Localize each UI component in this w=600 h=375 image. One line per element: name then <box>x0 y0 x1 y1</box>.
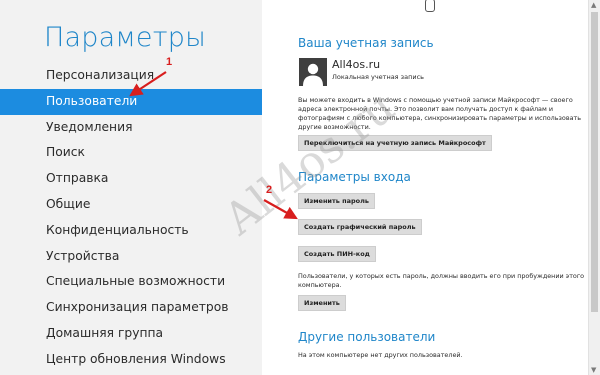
account-type: Локальная учетная запись <box>332 73 424 81</box>
nav-item[interactable]: Конфиденциальность <box>0 218 262 244</box>
nav-item[interactable]: Центр обновления Windows <box>0 347 262 373</box>
account-section-title: Ваша учетная запись <box>298 36 434 50</box>
annotation-marker-2: 2 <box>266 184 273 196</box>
account-name: All4os.ru <box>332 58 381 71</box>
scroll-thumb[interactable] <box>591 12 598 312</box>
vertical-scrollbar[interactable]: ▲ ▼ <box>588 0 600 375</box>
annotation-marker-1: 1 <box>166 56 173 68</box>
page-title: Параметры <box>44 22 206 53</box>
navigation-pane: Параметры Персонализация Пользователи Увед… <box>0 0 262 375</box>
nav-item[interactable]: Поиск <box>0 140 262 166</box>
create-picture-password-button[interactable]: Создать графический пароль <box>298 219 422 235</box>
mouse-pointer-icon <box>425 0 435 12</box>
nav-item[interactable]: Пользователи <box>0 88 262 115</box>
nav-item[interactable]: Уведомления <box>0 115 262 141</box>
nav-item[interactable]: Персонализация <box>0 63 262 89</box>
scroll-up-icon[interactable]: ▲ <box>591 1 596 9</box>
nav-item[interactable]: Специальные возможности <box>0 269 262 295</box>
change-wake-setting-button[interactable]: Изменить <box>298 295 346 311</box>
nav-item[interactable]: Синхронизация параметров <box>0 295 262 321</box>
scroll-down-icon[interactable]: ▼ <box>591 366 596 374</box>
settings-nav-list: Персонализация Пользователи Уведомления Пои… <box>0 63 262 373</box>
other-users-empty-text: На этом компьютере нет других пользовате… <box>298 351 463 359</box>
nav-item[interactable]: Отправка <box>0 166 262 192</box>
nav-item[interactable]: Домашняя группа <box>0 321 262 347</box>
wake-password-text: Пользователи, у которых есть пароль, дол… <box>298 272 585 289</box>
create-pin-button[interactable]: Создать ПИН-код <box>298 246 376 262</box>
other-users-section-title: Другие пользователи <box>298 330 436 344</box>
user-avatar-icon <box>299 58 327 86</box>
nav-item[interactable]: Устройства <box>0 244 262 270</box>
